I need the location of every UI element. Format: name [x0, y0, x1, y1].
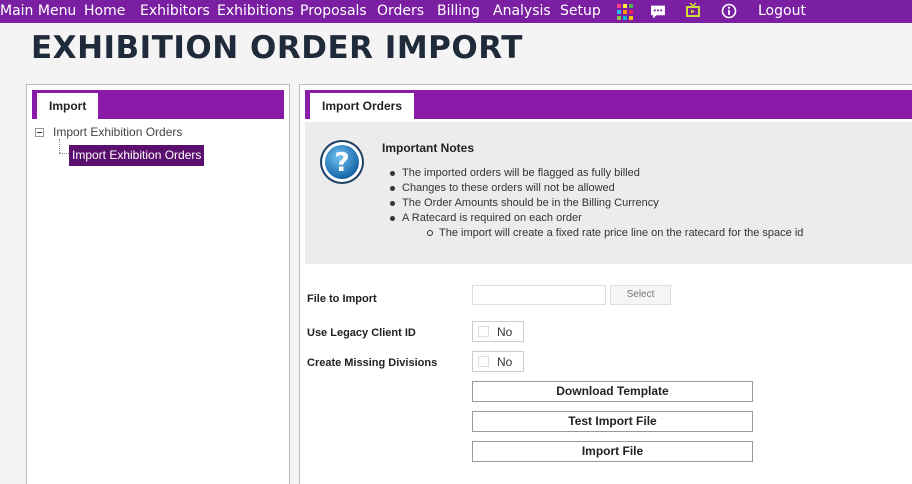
note-subitem: The import will create a fixed rate pric…: [426, 227, 804, 239]
legacy-client-id-toggle[interactable]: No: [472, 321, 524, 342]
note-item: The imported orders will be flagged as f…: [389, 166, 803, 181]
select-file-button[interactable]: Select: [610, 285, 671, 305]
file-to-import-label: File to Import: [307, 293, 377, 305]
tree-connector-line: [59, 139, 60, 153]
tab-import-orders[interactable]: Import Orders: [310, 93, 415, 119]
create-missing-divisions-label: Create Missing Divisions: [307, 357, 438, 369]
tv-icon[interactable]: [685, 2, 701, 18]
nav-exhibitions[interactable]: Exhibitions: [217, 0, 294, 23]
tree-item-selected[interactable]: Import Exhibition Orders: [69, 145, 205, 166]
left-tabstrip: Import: [32, 90, 284, 119]
create-missing-divisions-checkbox[interactable]: [478, 356, 489, 367]
tree-collapse-icon[interactable]: [35, 128, 44, 137]
important-notes-box: ? Important Notes The imported orders wi…: [305, 122, 912, 264]
right-tabstrip: Import Orders: [305, 90, 912, 119]
nav-setup[interactable]: Setup: [560, 0, 601, 23]
import-file-button[interactable]: Import File: [472, 441, 753, 462]
top-navigation-bar: Main Menu Home Exhibitors Exhibitions Pr…: [0, 0, 912, 23]
import-orders-panel: Import Orders ? Important Notes The impo…: [299, 84, 912, 484]
note-item: The Order Amounts should be in the Billi…: [389, 196, 803, 211]
download-template-button[interactable]: Download Template: [472, 381, 753, 402]
nav-billing[interactable]: Billing: [437, 0, 480, 23]
tree-root-label[interactable]: Import Exhibition Orders: [53, 125, 182, 139]
import-navigation-panel: Import Import Exhibition Orders Import E…: [26, 84, 290, 484]
legacy-client-id-value: No: [497, 325, 513, 339]
page-title: EXHIBITION ORDER IMPORT: [31, 30, 523, 66]
nav-exhibitors[interactable]: Exhibitors: [140, 0, 210, 23]
nav-main-menu[interactable]: Main Menu: [0, 0, 76, 23]
note-item: Changes to these orders will not be allo…: [389, 181, 803, 196]
create-missing-divisions-value: No: [497, 355, 513, 369]
nav-orders[interactable]: Orders: [377, 0, 424, 23]
svg-text:?: ?: [334, 148, 349, 178]
question-help-icon: ?: [320, 140, 364, 184]
nav-proposals[interactable]: Proposals: [300, 0, 367, 23]
tree-connector-branch: [59, 153, 69, 154]
nav-logout[interactable]: Logout: [758, 0, 806, 23]
notes-list: The imported orders will be flagged as f…: [389, 166, 804, 241]
legacy-client-id-checkbox[interactable]: [478, 326, 489, 337]
nav-analysis[interactable]: Analysis: [493, 0, 551, 23]
notes-title: Important Notes: [382, 141, 475, 155]
chat-icon[interactable]: [650, 4, 666, 20]
note-item: A Ratecard is required on each order: [389, 211, 803, 226]
create-missing-divisions-toggle[interactable]: No: [472, 351, 524, 372]
tab-import[interactable]: Import: [37, 93, 99, 119]
test-import-file-button[interactable]: Test Import File: [472, 411, 753, 432]
info-icon[interactable]: [721, 3, 737, 19]
file-path-input[interactable]: [472, 285, 606, 305]
nav-home[interactable]: Home: [84, 0, 125, 23]
grid-icon[interactable]: [617, 4, 633, 20]
legacy-client-id-label: Use Legacy Client ID: [307, 327, 416, 339]
